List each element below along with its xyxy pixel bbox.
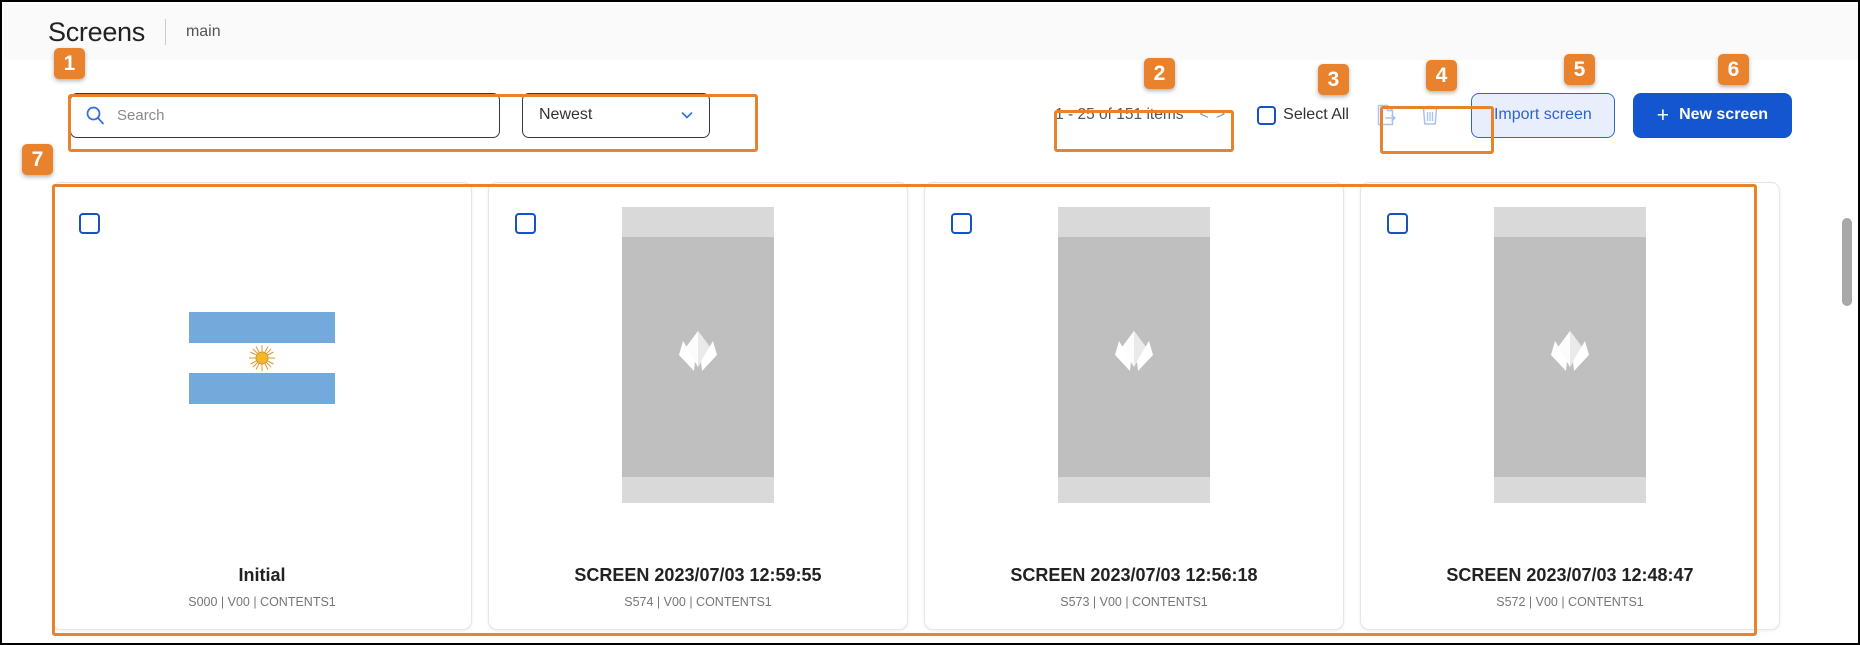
card-title: SCREEN 2023/07/03 12:59:55 [574, 565, 822, 585]
search-box[interactable] [70, 92, 500, 138]
page-header: Screens main [4, 4, 1858, 60]
card-meta: S572 | V00 | CONTENTS1 [1496, 595, 1644, 609]
trash-icon[interactable] [1419, 103, 1441, 127]
annotation-badge-5: 5 [1564, 54, 1595, 85]
select-all-checkbox[interactable] [1257, 105, 1277, 125]
page-title: Screens [48, 16, 145, 47]
flag-band-top [189, 312, 335, 343]
placeholder-thumbnail [1494, 207, 1646, 503]
pagination-text: 1 - 25 of 151 items [1055, 106, 1184, 123]
next-page-button[interactable]: > [1216, 107, 1225, 123]
sort-select-value: Newest [539, 106, 593, 123]
toolbar-left-group: Newest [70, 92, 710, 138]
select-all-control[interactable]: Select All [1257, 105, 1349, 125]
annotation-badge-6: 6 [1718, 54, 1749, 85]
card-checkbox[interactable] [1387, 213, 1408, 234]
select-all-label: Select All [1283, 106, 1349, 123]
placeholder-thumbnail [1058, 207, 1210, 503]
card-meta: S573 | V00 | CONTENTS1 [1060, 595, 1208, 609]
lotus-logo-icon [1551, 331, 1589, 371]
card-checkbox[interactable] [515, 213, 536, 234]
search-input[interactable] [117, 106, 485, 124]
annotation-badge-3: 3 [1318, 64, 1349, 95]
card-checkbox[interactable] [951, 213, 972, 234]
card-checkbox[interactable] [79, 213, 100, 234]
annotation-badge-1: 1 [54, 48, 85, 79]
lotus-logo-icon [679, 331, 717, 371]
screen-card[interactable]: SCREEN 2023/07/03 12:56:18 S573 | V00 | … [924, 182, 1344, 630]
placeholder-thumbnail [622, 207, 774, 503]
search-icon [86, 106, 104, 125]
annotation-badge-2: 2 [1144, 58, 1175, 89]
card-thumbnail [1058, 207, 1210, 503]
title-divider [164, 19, 166, 45]
card-title: SCREEN 2023/07/03 12:56:18 [1010, 565, 1258, 585]
screens-page: Screens main Newest 1 - 25 of 151 [0, 0, 1860, 645]
lotus-logo-icon [1115, 331, 1153, 371]
annotation-badge-4: 4 [1426, 60, 1457, 91]
bulk-action-buttons [1375, 103, 1441, 127]
card-title: Initial [238, 565, 286, 585]
new-screen-label: New screen [1679, 106, 1768, 123]
pagination: 1 - 25 of 151 items < > [1041, 100, 1235, 130]
branch-label: main [185, 23, 221, 40]
export-file-icon[interactable] [1375, 103, 1397, 127]
screen-card-grid: Initial S000 | V00 | CONTENTS1 SCREEN 20… [44, 174, 1814, 640]
card-thumbnail [1494, 207, 1646, 503]
card-meta: S574 | V00 | CONTENTS1 [624, 595, 772, 609]
screen-card[interactable]: SCREEN 2023/07/03 12:59:55 S574 | V00 | … [488, 182, 908, 630]
pagination-arrows: < > [1199, 107, 1225, 123]
plus-icon: + [1656, 103, 1670, 127]
chevron-down-icon [681, 112, 693, 119]
card-thumbnail [622, 207, 774, 503]
argentina-flag-image [189, 312, 335, 404]
prev-page-button[interactable]: < [1199, 107, 1208, 123]
annotation-badge-7: 7 [22, 144, 53, 175]
toolbar: Newest 1 - 25 of 151 items < > Select Al… [44, 60, 1814, 170]
import-screen-button[interactable]: Import screen [1470, 92, 1615, 138]
card-title: SCREEN 2023/07/03 12:48:47 [1446, 565, 1694, 585]
sort-select[interactable]: Newest [522, 92, 710, 138]
screen-card[interactable]: SCREEN 2023/07/03 12:48:47 S572 | V00 | … [1360, 182, 1780, 630]
screen-card[interactable]: Initial S000 | V00 | CONTENTS1 [52, 182, 472, 630]
vertical-scrollbar-thumb[interactable] [1842, 218, 1852, 306]
flag-band-bottom [189, 373, 335, 404]
card-meta: S000 | V00 | CONTENTS1 [188, 595, 336, 609]
new-screen-button[interactable]: + New screen [1632, 92, 1792, 138]
card-thumbnail [186, 207, 338, 503]
sun-icon [249, 345, 275, 371]
toolbar-right-group: 1 - 25 of 151 items < > Select All Impor… [1041, 92, 1792, 138]
